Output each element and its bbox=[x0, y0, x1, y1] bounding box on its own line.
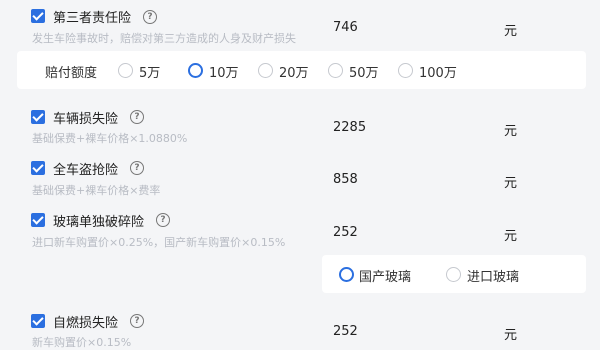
radio-selected-icon[interactable] bbox=[339, 267, 354, 282]
item-title: 车辆损失险 bbox=[53, 112, 119, 127]
radio-icon[interactable] bbox=[328, 63, 343, 78]
coverage-label: 赔付额度 bbox=[45, 66, 98, 81]
item-desc: 发生车险事故时，赔偿对第三方造成的人身及财产损失 bbox=[32, 32, 296, 45]
help-icon[interactable]: ? bbox=[156, 213, 170, 227]
item-title: 玻璃单独破碎险 bbox=[53, 215, 145, 230]
option-label[interactable]: 20万 bbox=[279, 62, 309, 81]
item-price: 746 bbox=[333, 20, 358, 35]
option-label[interactable]: 进口玻璃 bbox=[467, 266, 519, 285]
glass-options-box: 国产玻璃 进口玻璃 bbox=[322, 255, 586, 293]
option-label[interactable]: 5万 bbox=[139, 62, 160, 81]
item-title: 第三者责任险 bbox=[53, 11, 132, 26]
coverage-options-box: 赔付额度 5万 10万 20万 50万 100万 bbox=[17, 51, 586, 89]
item-price: 2285 bbox=[333, 120, 367, 135]
checkbox-third-party[interactable] bbox=[31, 9, 45, 23]
item-price: 252 bbox=[333, 324, 358, 339]
help-icon[interactable]: ? bbox=[130, 161, 144, 175]
item-unit: 元 bbox=[504, 176, 518, 191]
help-icon[interactable]: ? bbox=[130, 314, 144, 328]
item-unit: 元 bbox=[504, 24, 518, 39]
option-label[interactable]: 国产玻璃 bbox=[359, 266, 411, 285]
radio-icon[interactable] bbox=[258, 63, 273, 78]
checkbox-glass[interactable] bbox=[31, 213, 45, 227]
option-label[interactable]: 100万 bbox=[419, 62, 457, 81]
checkbox-vehicle-loss[interactable] bbox=[31, 110, 45, 124]
radio-selected-icon[interactable] bbox=[188, 63, 203, 78]
item-title: 自燃损失险 bbox=[53, 316, 119, 331]
item-unit: 元 bbox=[504, 229, 518, 244]
insurance-list: 第三者责任险 ? 发生车险事故时，赔偿对第三方造成的人身及财产损失 746 元 … bbox=[14, 0, 600, 350]
item-unit: 元 bbox=[504, 328, 518, 343]
item-desc: 基础保费+裸车价格×1.0880% bbox=[32, 132, 188, 145]
help-icon[interactable]: ? bbox=[130, 110, 144, 124]
option-label[interactable]: 50万 bbox=[349, 62, 379, 81]
item-title: 全车盗抢险 bbox=[53, 163, 119, 178]
item-desc: 进口新车购置价×0.25%，国产新车购置价×0.15% bbox=[32, 236, 286, 249]
help-icon[interactable]: ? bbox=[143, 10, 157, 24]
item-price: 858 bbox=[333, 172, 358, 187]
item-desc: 新车购置价×0.15% bbox=[32, 336, 132, 349]
checkbox-spontaneous-combustion[interactable] bbox=[31, 314, 45, 328]
checkbox-theft[interactable] bbox=[31, 161, 45, 175]
item-price: 252 bbox=[333, 225, 358, 240]
item-desc: 基础保费+裸车价格×费率 bbox=[32, 184, 161, 197]
radio-icon[interactable] bbox=[118, 63, 133, 78]
option-label[interactable]: 10万 bbox=[209, 62, 239, 81]
item-unit: 元 bbox=[504, 124, 518, 139]
radio-icon[interactable] bbox=[398, 63, 413, 78]
radio-icon[interactable] bbox=[446, 267, 461, 282]
